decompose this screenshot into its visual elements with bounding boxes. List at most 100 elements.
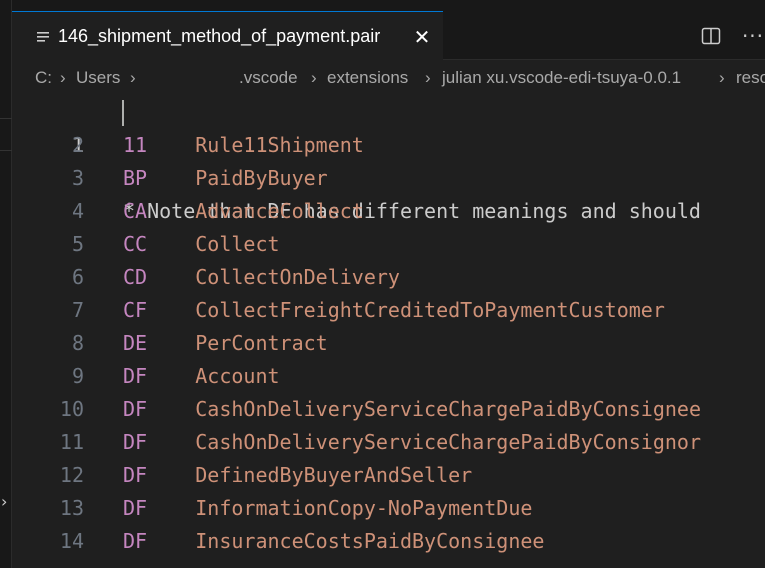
line-number: 3 [71,166,84,190]
code-content: BP PaidByBuyer [123,162,328,195]
line-number: 14 [59,529,84,553]
breadcrumb-item-drive[interactable]: C: [35,68,52,88]
line-number: 7 [71,298,84,322]
panel-divider [0,150,12,151]
editor-actions: ··· [698,24,765,48]
code-line: 3 BP PaidByBuyer [12,162,765,195]
code-gap [147,331,195,355]
breadcrumb-item-extension[interactable]: julian xu.vscode-edi-tsuya-0.0.1 [442,68,681,88]
code-content: CD CollectOnDelivery [123,261,400,294]
lines-file-icon [37,31,49,42]
code-editor[interactable]: 1 * Note that DF has different meanings … [12,96,765,568]
breadcrumb-item-resources[interactable]: reso [736,68,765,88]
payment-method-name: PaidByBuyer [195,166,328,190]
code-line: 11 DF CashOnDeliveryServiceChargePaidByCo… [12,426,765,459]
code-gap [147,265,195,289]
line-number: 12 [59,463,84,487]
payment-method-name: CollectOnDelivery [195,265,400,289]
payment-method-name: PerContract [195,331,328,355]
code-content: DF CashOnDeliveryServiceChargePaidByCons… [123,426,701,459]
code-content: DF InformationCopy-NoPaymentDue [123,492,532,525]
code-content: DF Account [123,360,280,393]
chevron-right-icon: › [130,68,136,87]
payment-code: CF [123,298,148,322]
code-gap [147,430,195,454]
payment-method-name: AdvanceCollect [195,199,364,223]
payment-code: DF [123,364,148,388]
breadcrumb-item-extensions[interactable]: extensions [327,68,408,88]
code-gap [147,463,195,487]
line-number: 8 [71,331,84,355]
code-line: 5 CC Collect [12,228,765,261]
code-gap [147,166,195,190]
more-actions-button[interactable]: ··· [740,24,765,48]
payment-method-name: Account [195,364,280,388]
code-line: 9 DF Account [12,360,765,393]
chevron-right-icon: › [311,68,317,87]
payment-code: DF [123,529,148,553]
close-tab-button[interactable]: ✕ [410,25,434,49]
code-gap [147,199,195,223]
chevron-right-icon: › [719,68,725,87]
text-cursor [122,100,124,126]
line-number: 11 [59,430,84,454]
code-content: CF CollectFreightCreditedToPaymentCustom… [123,294,665,327]
breadcrumb-item-vscode[interactable]: .vscode [239,68,298,88]
payment-code: CD [123,265,148,289]
code-gap [147,496,195,520]
payment-code: DF [123,397,148,421]
split-editor-button[interactable] [698,24,724,48]
payment-method-name: Rule11Shipment [195,133,364,157]
split-editor-icon [701,27,721,45]
code-line: 4 CA AdvanceCollect [12,195,765,228]
payment-method-name: DefinedByBuyerAndSeller [195,463,473,487]
chevron-right-icon: › [60,68,66,87]
payment-method-name: InsuranceCostsPaidByConsignee [195,529,545,553]
breadcrumb: C: › Users › .vscode › extensions › juli… [12,60,765,98]
payment-code: 11 [123,133,148,157]
line-number: 5 [71,232,84,256]
code-gap [147,133,195,157]
code-content: DF DefinedByBuyerAndSeller [123,459,472,492]
code-gap [147,397,195,421]
panel-divider [0,118,12,119]
code-line: 7 CF CollectFreightCreditedToPaymentCusto… [12,294,765,327]
payment-code: DE [123,331,148,355]
payment-code: CC [123,232,148,256]
code-line: 6 CD CollectOnDelivery [12,261,765,294]
line-number: 6 [71,265,84,289]
code-line: 8 DE PerContract [12,327,765,360]
editor-tab[interactable]: 146_shipment_method_of_payment.pair ✕ [12,11,443,61]
code-content: DF CashOnDeliveryServiceChargePaidByCons… [123,393,701,426]
payment-method-name: CashOnDeliveryServiceChargePaidByConsign… [195,397,701,421]
more-icon: ··· [741,24,765,48]
chevron-right-icon: › [425,68,431,87]
chevron-right-icon[interactable]: › [1,494,7,510]
code-content: DE PerContract [123,327,328,360]
code-content: DF InsuranceCostsPaidByConsignee [123,525,544,558]
line-number: 10 [59,397,84,421]
code-line: 14 DF InsuranceCostsPaidByConsignee [12,525,765,558]
payment-method-name: CashOnDeliveryServiceChargePaidByConsign… [195,430,701,454]
line-number: 13 [59,496,84,520]
line-number: 2 [71,133,84,157]
code-content: CA AdvanceCollect [123,195,364,228]
code-gap [147,232,195,256]
line-number: 4 [71,199,84,223]
code-line: 1 * Note that DF has different meanings … [12,96,765,223]
code-content: CC Collect [123,228,280,261]
activity-edge: › [0,0,12,568]
payment-method-name: CollectFreightCreditedToPaymentCustomer [195,298,665,322]
payment-code: DF [123,430,148,454]
breadcrumb-item-users[interactable]: Users [76,68,120,88]
code-content: 11 Rule11Shipment [123,129,364,162]
line-number: 9 [71,364,84,388]
tab-bar: 146_shipment_method_of_payment.pair ✕ ··… [12,0,765,61]
payment-method-name: InformationCopy-NoPaymentDue [195,496,533,520]
tab-label: 146_shipment_method_of_payment.pair [58,26,381,46]
code-line: 2 11 Rule11Shipment [12,129,765,162]
payment-code: CA [123,199,148,223]
close-icon: ✕ [413,25,431,49]
payment-code: DF [123,463,148,487]
code-line: 12 DF DefinedByBuyerAndSeller [12,459,765,492]
